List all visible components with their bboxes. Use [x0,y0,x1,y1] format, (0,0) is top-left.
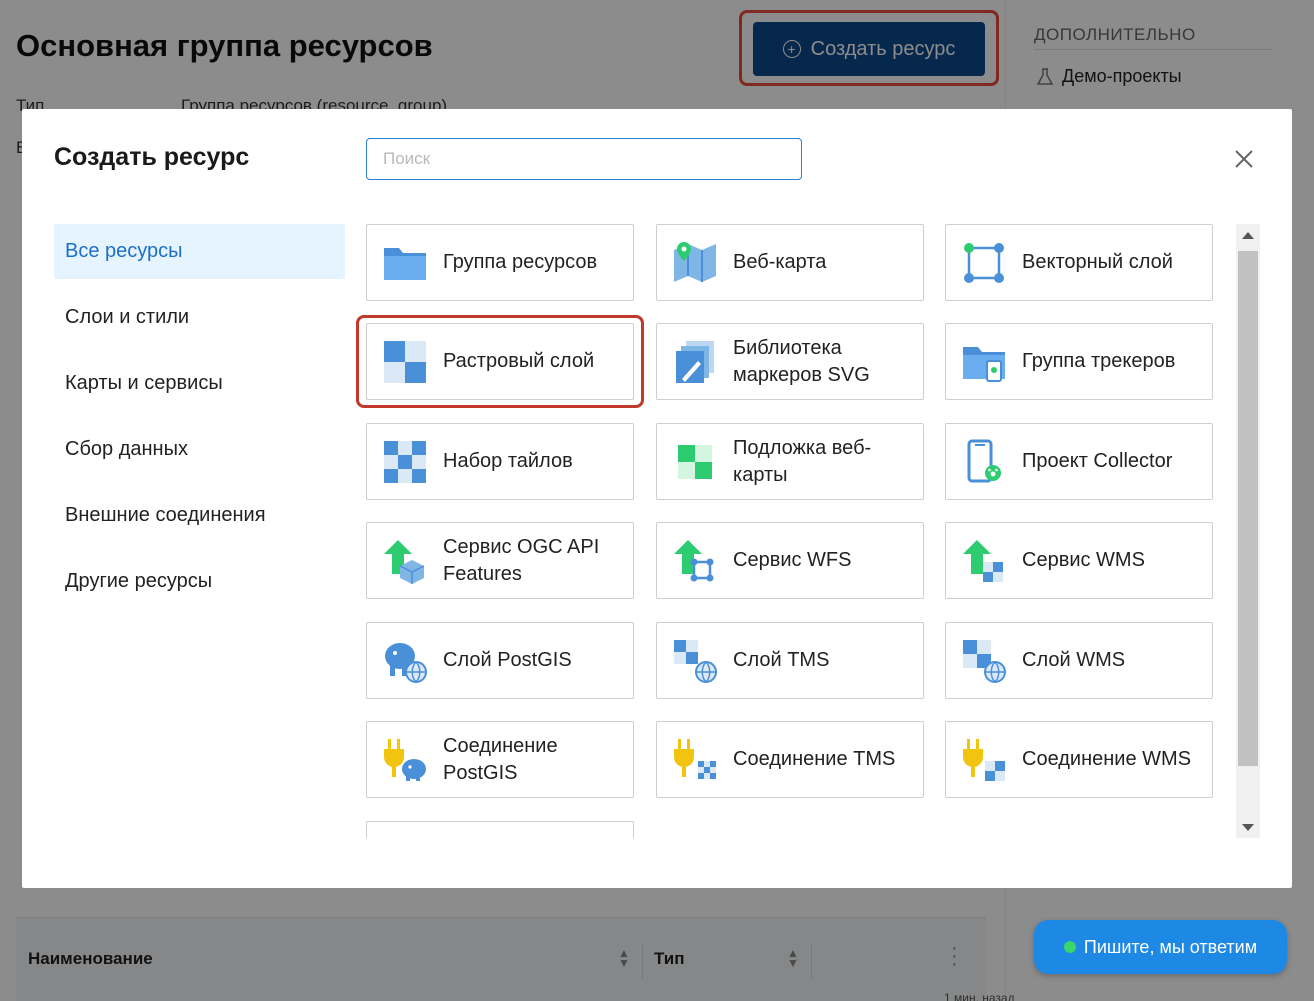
tileset-icon [384,440,426,483]
collector-project-icon [967,439,1001,482]
card-vector-layer[interactable]: Векторный слой [945,224,1213,301]
wms-service-icon [963,539,1003,582]
card-ogc-api-service[interactable]: Сервис OGC API Features [366,522,634,599]
online-status-icon [1063,941,1076,953]
card-wms-connection[interactable]: Соединение WMS [945,721,1213,798]
card-label: Слой TMS [733,649,830,671]
chat-button-label: Пишите, мы ответим [1083,936,1258,957]
card-label: Веб-карта [733,251,827,273]
card-label: Соединение WMS [1022,748,1192,770]
chat-button[interactable]: Пишите, мы ответим [1034,920,1287,974]
scrollbar-thumb[interactable] [1238,251,1258,766]
scroll-down-icon[interactable] [1242,824,1254,831]
card-svg-marker-library[interactable]: Библиотека маркеров SVG [656,323,924,400]
card-tileset[interactable]: Набор тайлов [366,423,634,500]
wfs-service-icon [674,539,714,581]
partial-card-icon [382,837,428,839]
card-label: Группа ресурсов [443,251,598,273]
card-label: Подложка веб-карты [733,436,872,486]
category-data-collection[interactable]: Сбор данных [54,422,345,477]
grid-scrollbar[interactable] [1236,224,1260,838]
card-tms-connection[interactable]: Соединение TMS [656,721,924,798]
card-webmap[interactable]: Веб-карта [656,224,924,301]
card-resource-group[interactable]: Группа ресурсов [366,224,634,301]
card-raster-layer[interactable]: Растровый слой [366,323,634,400]
category-layers-styles[interactable]: Слои и стили [54,290,345,345]
card-label: Соединение PostGIS [443,734,558,784]
card-label: Растровый слой [443,350,595,372]
postgis-connection-icon [384,738,426,781]
svg-marker-library-icon [676,340,714,383]
card-postgis-layer[interactable]: Слой PostGIS [366,622,634,699]
card-label: Соединение TMS [733,748,896,770]
folder-icon [384,247,426,280]
tracker-group-icon [963,346,1005,382]
card-wms-layer[interactable]: Слой WMS [945,622,1213,699]
card-collector-project[interactable]: Проект Collector [945,423,1213,500]
card-basemap[interactable]: Подложка веб-карты [656,423,924,500]
category-external-connections[interactable]: Внешние соединения [54,488,345,543]
card-label: Слой PostGIS [443,649,572,671]
create-resource-modal: Создать ресурс Все ресурсы Слои и стили … [22,109,1292,888]
webmap-icon [674,241,716,282]
card-label: Группа трекеров [1022,350,1176,372]
ogc-api-service-icon [384,539,425,584]
tms-layer-icon [674,639,717,683]
search-input[interactable] [366,138,802,180]
card-label: Сервис WFS [733,549,852,571]
card-tms-layer[interactable]: Слой TMS [656,622,924,699]
wms-connection-icon [963,738,1005,781]
modal-title: Создать ресурс [54,143,250,171]
postgis-layer-icon [385,642,427,683]
card-wfs-service[interactable]: Сервис WFS [656,522,924,599]
card-postgis-connection[interactable]: Соединение PostGIS [366,721,634,798]
card-tracker-group[interactable]: Группа трекеров [945,323,1213,400]
vector-layer-icon [964,242,1004,283]
card-label: Библиотека маркеров SVG [733,336,870,386]
scroll-up-icon[interactable] [1242,232,1254,239]
card-label: Проект Collector [1022,450,1173,472]
basemap-icon [678,444,712,479]
category-list: Все ресурсы Слои и стили Карты и сервисы… [54,224,345,620]
close-icon[interactable] [1230,145,1258,173]
resource-grid: Группа ресурсов Веб-карта Векторный слой… [366,224,1236,838]
raster-layer-icon [384,340,426,383]
card-label: Сервис OGC API Features [443,535,600,585]
card-label: Векторный слой [1022,251,1173,273]
category-other[interactable]: Другие ресурсы [54,554,345,609]
category-all[interactable]: Все ресурсы [54,224,345,279]
wms-layer-icon [963,639,1006,683]
card-label: Слой WMS [1022,649,1126,671]
card-partial[interactable] [366,821,634,838]
card-label: Набор тайлов [443,450,573,472]
card-label: Сервис WMS [1022,549,1145,571]
category-maps-services[interactable]: Карты и сервисы [54,356,345,411]
tms-connection-icon [674,738,716,779]
card-wms-service[interactable]: Сервис WMS [945,522,1213,599]
